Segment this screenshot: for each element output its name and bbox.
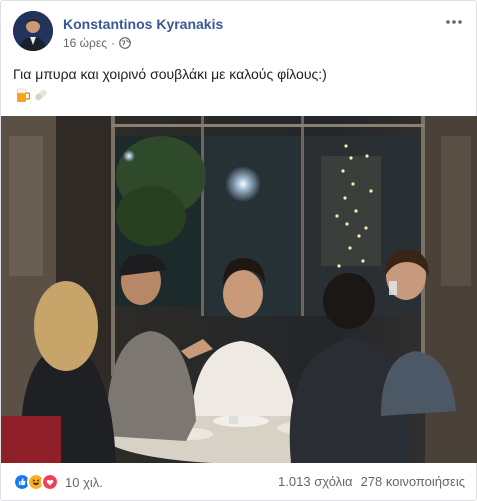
post-emojis (15, 87, 49, 103)
post-time[interactable]: 16 ώρες (63, 36, 107, 50)
more-options-icon[interactable] (443, 13, 465, 31)
love-icon (41, 473, 59, 491)
post-meta: 16 ώρες · (63, 36, 131, 50)
engagement-stats: 1.013 σχόλια 278 κοινοποιήσεις (278, 474, 465, 489)
shares-count[interactable]: 278 κοινοποιήσεις (361, 474, 465, 489)
globe-icon[interactable] (119, 37, 131, 49)
post-photo[interactable] (1, 116, 477, 463)
reactions-summary[interactable]: 10 χιλ. (13, 473, 103, 491)
post-footer: 10 χιλ. 1.013 σχόλια 278 κοινοποιήσεις (13, 471, 465, 493)
post-text: Για μπυρα και χοιρινό σουβλάκι με καλούς… (13, 66, 327, 82)
author-name[interactable]: Konstantinos Kyranakis (63, 16, 223, 32)
post-header: Konstantinos Kyranakis 16 ώρες · (13, 11, 465, 55)
meta-separator: · (111, 36, 116, 50)
post-card: Konstantinos Kyranakis 16 ώρες · Για μπυ… (0, 0, 477, 501)
reaction-count[interactable]: 10 χιλ. (65, 475, 103, 490)
author-avatar[interactable] (13, 11, 53, 51)
pill-icon (35, 89, 47, 101)
beer-mug-icon (16, 88, 31, 102)
comments-count[interactable]: 1.013 σχόλια (278, 474, 353, 489)
